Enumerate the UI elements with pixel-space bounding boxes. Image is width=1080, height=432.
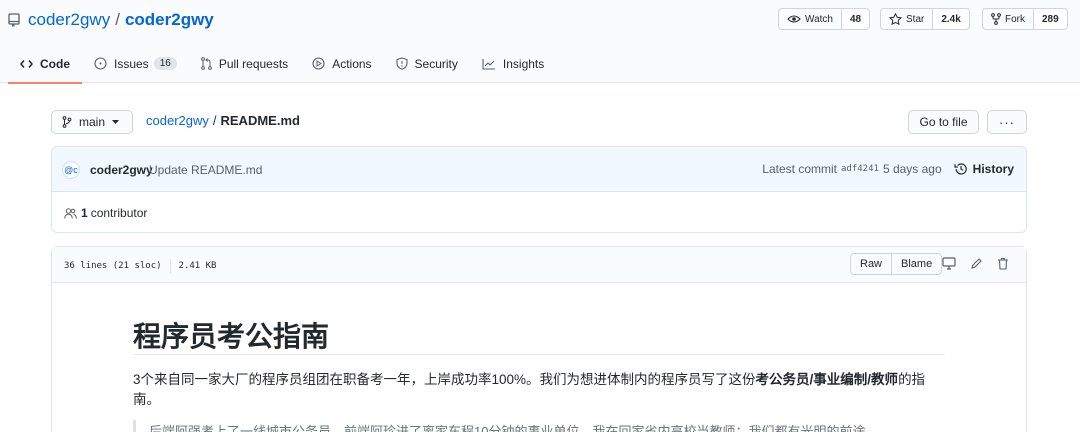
shield-icon: [395, 57, 408, 70]
history-label: History: [972, 162, 1014, 176]
history-icon: [954, 163, 967, 175]
code-icon: [20, 59, 33, 68]
file-lines: 36 lines (21 sloc): [64, 261, 162, 271]
tab-issues[interactable]: Issues 16: [82, 44, 189, 83]
file-header: 36 lines (21 sloc) 2.41 KB Raw Blame: [52, 247, 1026, 283]
tab-pull-requests[interactable]: Pull requests: [189, 44, 300, 83]
delete-button[interactable]: [997, 257, 1009, 270]
commit-author-link[interactable]: coder2gwy: [90, 163, 153, 177]
avatar[interactable]: @c: [62, 161, 80, 179]
file-info: 36 lines (21 sloc) 2.41 KB: [64, 259, 216, 273]
watch-button[interactable]: Watch: [779, 9, 842, 29]
contributors-count: 1: [81, 206, 88, 220]
contributors-link[interactable]: 1 contributor: [64, 206, 147, 220]
commit-meta: Latest commit adf4241 5 days ago History: [762, 162, 1014, 176]
fork-group: Fork 289: [982, 8, 1068, 30]
repo-tabs: Code Issues 16 Pull requests Actions Sec…: [8, 44, 556, 84]
play-icon: [312, 57, 325, 70]
readme-title: 程序员考公指南: [133, 315, 945, 355]
graph-icon: [482, 58, 495, 70]
tab-actions-label: Actions: [332, 56, 372, 71]
pull-request-icon: [200, 57, 212, 70]
edit-button[interactable]: [970, 257, 983, 270]
file-box: 36 lines (21 sloc) 2.41 KB Raw Blame 程序员…: [51, 246, 1027, 432]
star-count[interactable]: 2.4k: [933, 9, 969, 29]
latest-commit-label: Latest commit: [762, 162, 837, 176]
commit-sha-link[interactable]: adf4241: [841, 164, 879, 174]
issues-counter: 16: [153, 57, 177, 70]
star-label: Star: [906, 13, 925, 25]
trash-icon: [998, 257, 1008, 270]
tab-code[interactable]: Code: [8, 44, 82, 84]
more-options-button[interactable]: ···: [987, 110, 1027, 134]
tab-security[interactable]: Security: [384, 44, 470, 83]
tab-code-label: Code: [40, 56, 70, 71]
contributors-label: contributor: [90, 206, 148, 220]
repo-icon: [8, 13, 20, 27]
repo-name-link[interactable]: coder2gwy: [125, 10, 214, 30]
display-button[interactable]: [942, 257, 956, 270]
star-group: Star 2.4k: [880, 8, 970, 30]
blame-button[interactable]: Blame: [891, 254, 941, 274]
raw-blame-group: Raw Blame: [850, 253, 943, 275]
chevron-down-icon: [112, 119, 120, 124]
watch-label: Watch: [805, 13, 833, 25]
breadcrumb-file: README.md: [220, 113, 300, 128]
repo-owner-link[interactable]: coder2gwy: [28, 10, 110, 30]
readme-content: 程序员考公指南 3个来自同一家大厂的程序员组团在职备考一年，上岸成功率100%。…: [133, 315, 945, 432]
tab-insights[interactable]: Insights: [470, 44, 556, 83]
repo-title: coder2gwy / coder2gwy: [8, 10, 214, 30]
watch-count[interactable]: 48: [841, 9, 870, 29]
latest-commit-bar: @c coder2gwy Update README.md Latest com…: [52, 147, 1026, 192]
people-icon: [64, 207, 77, 219]
commit-time: 5 days ago: [882, 162, 942, 176]
pencil-icon: [971, 258, 982, 269]
fork-button[interactable]: Fork: [983, 9, 1034, 29]
history-link[interactable]: History: [954, 162, 1014, 176]
breadcrumb: coder2gwy / README.md: [146, 113, 300, 128]
breadcrumb-repo-link[interactable]: coder2gwy: [146, 113, 209, 128]
file-actions: [942, 257, 1023, 270]
repo-separator: /: [115, 10, 120, 29]
branch-select-button[interactable]: main: [51, 110, 133, 134]
tab-security-label: Security: [414, 56, 458, 71]
tab-actions[interactable]: Actions: [300, 44, 383, 83]
file-info-divider: [169, 259, 171, 273]
commit-message-link[interactable]: Update README.md: [149, 163, 262, 177]
tab-pull-requests-label: Pull requests: [218, 56, 289, 71]
desktop-icon: [942, 257, 956, 270]
go-to-file-button[interactable]: Go to file: [908, 110, 979, 134]
repo-header: coder2gwy / coder2gwy Watch 48 Star 2.4k…: [0, 0, 1080, 84]
branch-name: main: [79, 115, 106, 129]
raw-button[interactable]: Raw: [851, 254, 891, 274]
fork-icon: [991, 13, 1001, 25]
readme-intro-bold: 考公务员/事业编制/教师: [755, 372, 899, 387]
watch-group: Watch 48: [778, 8, 871, 30]
commit-box: @c coder2gwy Update README.md Latest com…: [51, 146, 1027, 233]
readme-quote: 后端阿强考上了一线城市公务员，前端阿珍进了离家车程10分钟的事业单位，我在回家省…: [133, 420, 945, 432]
fork-label: Fork: [1005, 13, 1025, 25]
readme-intro-text: 3个来自同一家大厂的程序员组团在职备考一年，上岸成功率100%。我们为想进体制内…: [133, 372, 756, 387]
issue-icon: [94, 57, 107, 70]
star-button[interactable]: Star: [881, 9, 934, 29]
eye-icon: [787, 15, 801, 23]
star-icon: [889, 13, 902, 25]
breadcrumb-separator: /: [212, 113, 217, 128]
tab-issues-label: Issues: [114, 56, 149, 71]
readme-intro: 3个来自同一家大厂的程序员组团在职备考一年，上岸成功率100%。我们为想进体制内…: [133, 368, 945, 408]
branch-icon: [62, 116, 72, 128]
file-size: 2.41 KB: [178, 261, 217, 271]
fork-count[interactable]: 289: [1034, 9, 1067, 29]
tab-insights-label: Insights: [502, 56, 545, 71]
